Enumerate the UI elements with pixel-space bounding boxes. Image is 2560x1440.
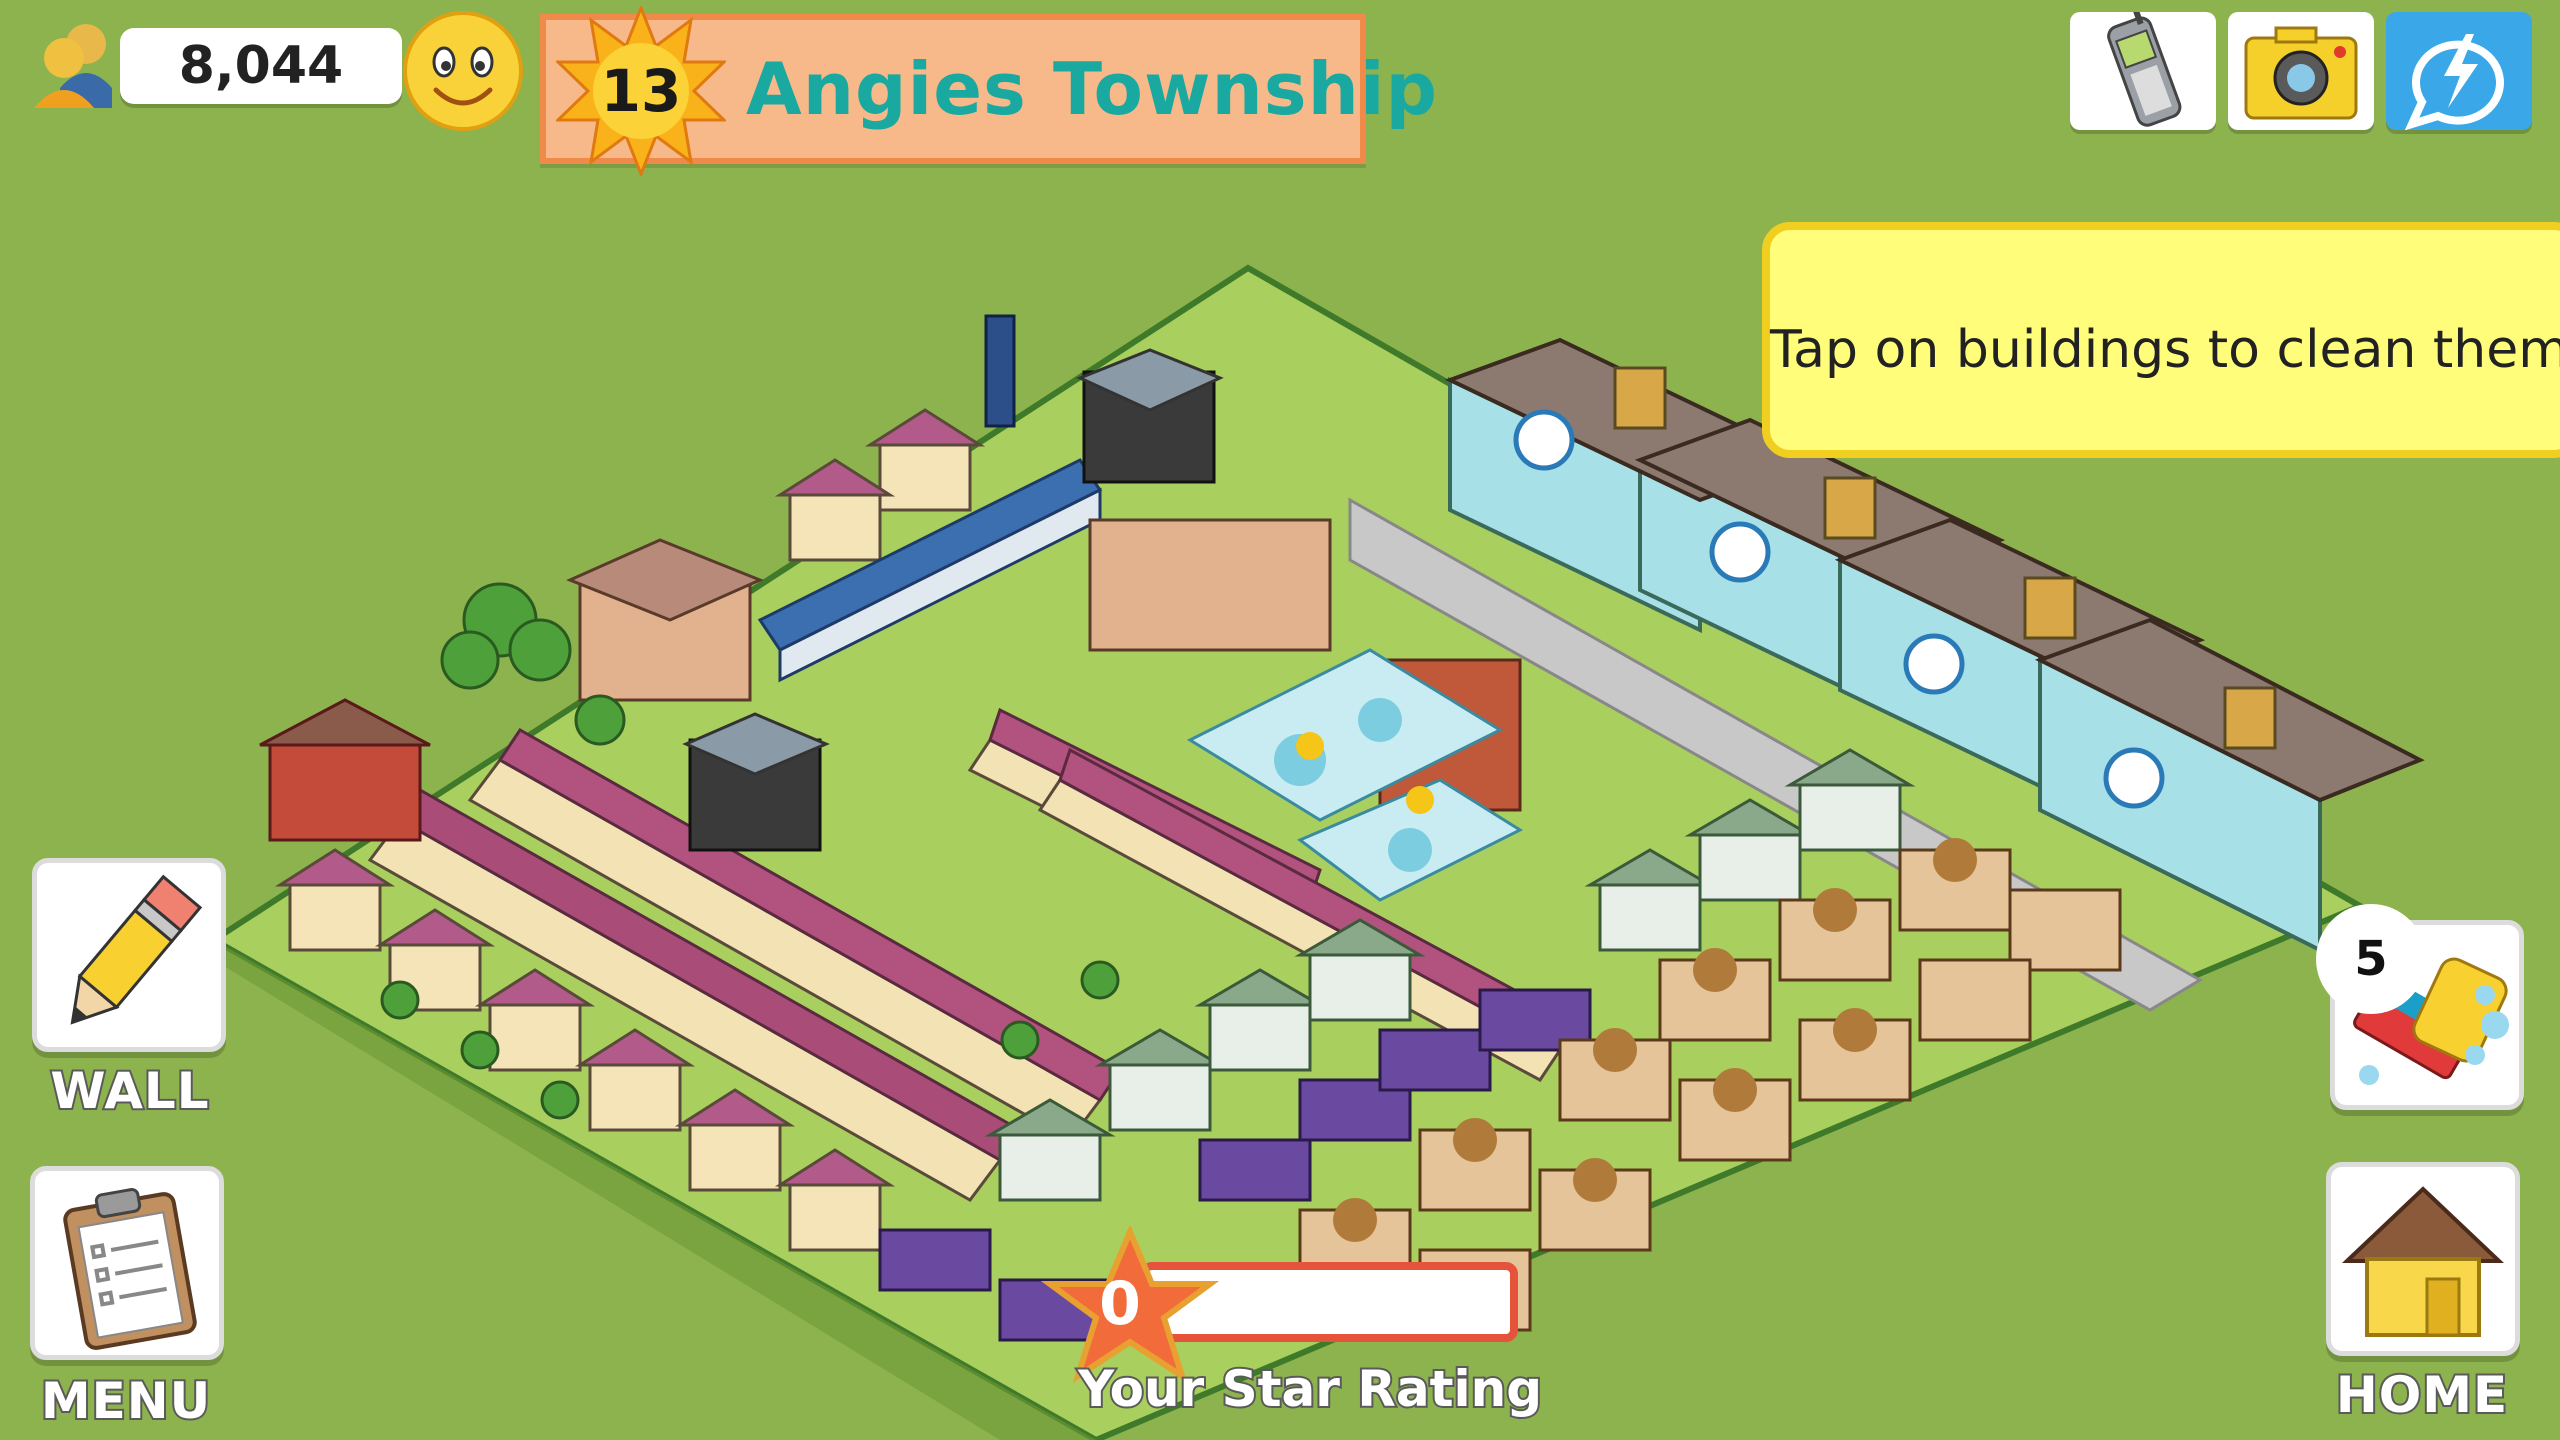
clipboard-icon — [63, 1188, 197, 1350]
home-button[interactable] — [2326, 1162, 2520, 1356]
clean-count: 5 — [2354, 931, 2388, 987]
star-rating-value: 0 — [1099, 1269, 1141, 1339]
lightning-chat-icon — [2404, 34, 2504, 131]
social-button[interactable] — [2386, 12, 2532, 131]
phone-button[interactable] — [2070, 9, 2216, 130]
pencil-icon — [70, 874, 203, 1025]
camera-icon — [2244, 26, 2358, 120]
isometric-city-map[interactable] — [0, 0, 2560, 1440]
red-school[interactable] — [259, 698, 431, 842]
town-banner[interactable]: 13 Angies Township — [540, 6, 1437, 176]
star-rating-label: Your Star Rating — [1076, 1358, 1544, 1420]
tip-bubble[interactable]: Tap on buildings to clean them. — [1762, 222, 2560, 458]
town-name: Angies Township — [746, 47, 1439, 131]
people-icon — [34, 24, 112, 108]
mood-indicator[interactable] — [400, 8, 526, 134]
cell-phone-icon — [2107, 9, 2182, 127]
wall-label: WALL — [48, 1060, 210, 1122]
house-icon — [2341, 1186, 2505, 1337]
menu-button[interactable] — [30, 1166, 224, 1360]
menu-label: MENU — [39, 1370, 212, 1432]
wall-button[interactable] — [32, 858, 226, 1052]
level-value: 13 — [600, 57, 682, 125]
tip-text: Tap on buildings to clean them. — [1770, 320, 2560, 380]
home-label: HOME — [2334, 1364, 2509, 1426]
population-panel: 8,044 — [20, 12, 402, 112]
population-value: 8,044 — [178, 36, 344, 96]
camera-button[interactable] — [2228, 12, 2374, 130]
smiley-face-icon — [403, 11, 523, 131]
